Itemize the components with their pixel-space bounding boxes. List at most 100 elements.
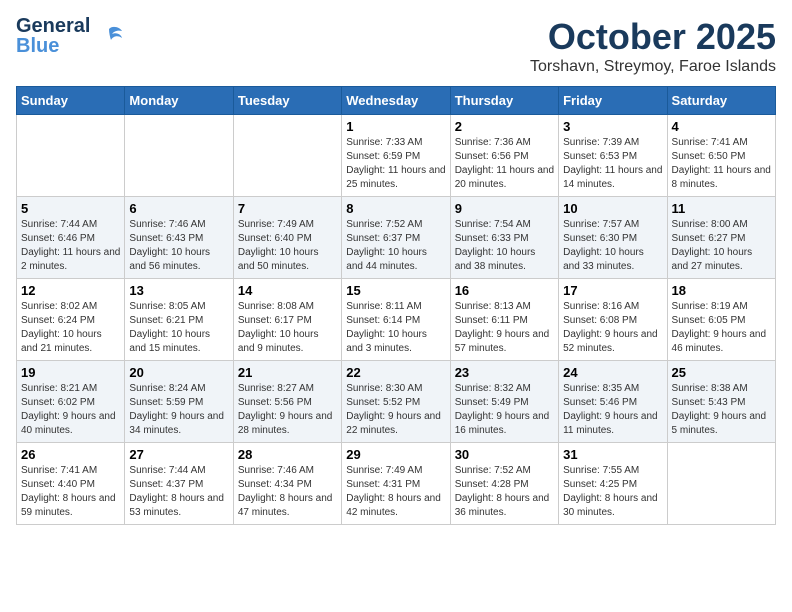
calendar-cell: 14 Sunrise: 8:08 AMSunset: 6:17 PMDayligh…	[233, 279, 341, 361]
day-number: 18	[672, 283, 771, 298]
day-info: Sunrise: 8:24 AMSunset: 5:59 PMDaylight:…	[129, 382, 228, 438]
calendar-cell: 13 Sunrise: 8:05 AMSunset: 6:21 PMDayligh…	[125, 279, 233, 361]
calendar-cell: 18Sunrise: 8:19 AMSunset: 6:05 PMDayligh…	[667, 279, 775, 361]
calendar-cell: 1 Sunrise: 7:33 AMSunset: 6:59 PMDaylight…	[342, 115, 450, 197]
day-number: 31	[563, 447, 662, 462]
day-info: Sunrise: 8:16 AMSunset: 6:08 PMDaylight:…	[563, 300, 662, 356]
day-info: Sunrise: 7:54 AMSunset: 6:33 PMDaylight:…	[455, 218, 554, 274]
day-number: 5	[21, 201, 120, 216]
day-info: Sunrise: 8:00 AMSunset: 6:27 PMDaylight:…	[672, 218, 771, 274]
day-info: Sunrise: 8:35 AMSunset: 5:46 PMDaylight:…	[563, 382, 662, 438]
day-info: Sunrise: 8:11 AMSunset: 6:14 PMDaylight:…	[346, 300, 445, 356]
day-info: Sunrise: 8:13 AMSunset: 6:11 PMDaylight:…	[455, 300, 554, 356]
day-info: Sunrise: 7:44 AMSunset: 6:46 PMDaylight:…	[21, 218, 120, 274]
day-info: Sunrise: 7:39 AMSunset: 6:53 PMDaylight:…	[563, 136, 662, 192]
calendar-cell: 20 Sunrise: 8:24 AMSunset: 5:59 PMDayligh…	[125, 361, 233, 443]
day-number: 3	[563, 119, 662, 134]
day-number: 24	[563, 365, 662, 380]
day-number: 14	[238, 283, 337, 298]
day-info: Sunrise: 8:08 AMSunset: 6:17 PMDaylight:…	[238, 300, 337, 356]
day-number: 4	[672, 119, 771, 134]
title-section: October 2025 Torshavn, Streymoy, Faroe I…	[530, 16, 776, 76]
day-info: Sunrise: 7:49 AMSunset: 6:40 PMDaylight:…	[238, 218, 337, 274]
day-info: Sunrise: 7:36 AMSunset: 6:56 PMDaylight:…	[455, 136, 554, 192]
calendar-cell	[233, 115, 341, 197]
calendar-cell: 11Sunrise: 8:00 AMSunset: 6:27 PMDayligh…	[667, 197, 775, 279]
calendar-table: SundayMondayTuesdayWednesdayThursdayFrid…	[16, 86, 776, 525]
calendar-cell: 3 Sunrise: 7:39 AMSunset: 6:53 PMDaylight…	[559, 115, 667, 197]
day-number: 13	[129, 283, 228, 298]
calendar-cell: 9 Sunrise: 7:54 AMSunset: 6:33 PMDaylight…	[450, 197, 558, 279]
day-number: 9	[455, 201, 554, 216]
day-info: Sunrise: 7:52 AMSunset: 6:37 PMDaylight:…	[346, 218, 445, 274]
day-number: 17	[563, 283, 662, 298]
day-number: 1	[346, 119, 445, 134]
day-number: 22	[346, 365, 445, 380]
day-number: 30	[455, 447, 554, 462]
column-header-tuesday: Tuesday	[233, 87, 341, 115]
day-info: Sunrise: 8:30 AMSunset: 5:52 PMDaylight:…	[346, 382, 445, 438]
day-info: Sunrise: 8:32 AMSunset: 5:49 PMDaylight:…	[455, 382, 554, 438]
day-info: Sunrise: 8:21 AMSunset: 6:02 PMDaylight:…	[21, 382, 120, 438]
calendar-cell: 2 Sunrise: 7:36 AMSunset: 6:56 PMDaylight…	[450, 115, 558, 197]
calendar-week-row: 5 Sunrise: 7:44 AMSunset: 6:46 PMDaylight…	[17, 197, 776, 279]
day-info: Sunrise: 7:46 AMSunset: 6:43 PMDaylight:…	[129, 218, 228, 274]
day-number: 19	[21, 365, 120, 380]
page-header: General Blue October 2025 Torshavn, Stre…	[16, 16, 776, 76]
day-number: 7	[238, 201, 337, 216]
column-header-sunday: Sunday	[17, 87, 125, 115]
day-number: 27	[129, 447, 228, 462]
calendar-cell	[125, 115, 233, 197]
calendar-cell: 22 Sunrise: 8:30 AMSunset: 5:52 PMDayligh…	[342, 361, 450, 443]
calendar-cell: 25 Sunrise: 8:38 AMSunset: 5:43 PMDayligh…	[667, 361, 775, 443]
month-title: October 2025	[530, 16, 776, 58]
calendar-header-row: SundayMondayTuesdayWednesdayThursdayFrid…	[17, 87, 776, 115]
calendar-cell: 17 Sunrise: 8:16 AMSunset: 6:08 PMDayligh…	[559, 279, 667, 361]
day-number: 10	[563, 201, 662, 216]
calendar-cell: 31 Sunrise: 7:55 AMSunset: 4:25 PMDayligh…	[559, 443, 667, 525]
calendar-cell: 15Sunrise: 8:11 AMSunset: 6:14 PMDayligh…	[342, 279, 450, 361]
logo-blue: Blue	[16, 36, 90, 56]
day-number: 8	[346, 201, 445, 216]
calendar-cell: 7 Sunrise: 7:49 AMSunset: 6:40 PMDaylight…	[233, 197, 341, 279]
day-info: Sunrise: 7:41 AMSunset: 6:50 PMDaylight:…	[672, 136, 771, 192]
day-info: Sunrise: 7:52 AMSunset: 4:28 PMDaylight:…	[455, 464, 554, 520]
day-info: Sunrise: 8:02 AMSunset: 6:24 PMDaylight:…	[21, 300, 120, 356]
calendar-cell	[667, 443, 775, 525]
column-header-monday: Monday	[125, 87, 233, 115]
calendar-cell: 21 Sunrise: 8:27 AMSunset: 5:56 PMDayligh…	[233, 361, 341, 443]
calendar-cell: 12Sunrise: 8:02 AMSunset: 6:24 PMDayligh…	[17, 279, 125, 361]
column-header-saturday: Saturday	[667, 87, 775, 115]
day-number: 28	[238, 447, 337, 462]
day-number: 26	[21, 447, 120, 462]
day-info: Sunrise: 7:55 AMSunset: 4:25 PMDaylight:…	[563, 464, 662, 520]
calendar-cell: 6 Sunrise: 7:46 AMSunset: 6:43 PMDaylight…	[125, 197, 233, 279]
logo-bird-icon	[94, 21, 124, 51]
calendar-cell: 10Sunrise: 7:57 AMSunset: 6:30 PMDayligh…	[559, 197, 667, 279]
calendar-cell: 27Sunrise: 7:44 AMSunset: 4:37 PMDayligh…	[125, 443, 233, 525]
column-header-thursday: Thursday	[450, 87, 558, 115]
calendar-week-row: 12Sunrise: 8:02 AMSunset: 6:24 PMDayligh…	[17, 279, 776, 361]
day-number: 6	[129, 201, 228, 216]
calendar-cell: 28 Sunrise: 7:46 AMSunset: 4:34 PMDayligh…	[233, 443, 341, 525]
day-number: 20	[129, 365, 228, 380]
column-header-friday: Friday	[559, 87, 667, 115]
day-info: Sunrise: 7:49 AMSunset: 4:31 PMDaylight:…	[346, 464, 445, 520]
day-number: 16	[455, 283, 554, 298]
day-info: Sunrise: 7:33 AMSunset: 6:59 PMDaylight:…	[346, 136, 445, 192]
day-info: Sunrise: 8:27 AMSunset: 5:56 PMDaylight:…	[238, 382, 337, 438]
day-info: Sunrise: 7:46 AMSunset: 4:34 PMDaylight:…	[238, 464, 337, 520]
day-number: 29	[346, 447, 445, 462]
day-info: Sunrise: 8:38 AMSunset: 5:43 PMDaylight:…	[672, 382, 771, 438]
calendar-cell: 16 Sunrise: 8:13 AMSunset: 6:11 PMDayligh…	[450, 279, 558, 361]
calendar-cell	[17, 115, 125, 197]
day-number: 21	[238, 365, 337, 380]
day-number: 23	[455, 365, 554, 380]
day-info: Sunrise: 8:05 AMSunset: 6:21 PMDaylight:…	[129, 300, 228, 356]
day-number: 2	[455, 119, 554, 134]
calendar-cell: 23 Sunrise: 8:32 AMSunset: 5:49 PMDayligh…	[450, 361, 558, 443]
calendar-cell: 24 Sunrise: 8:35 AMSunset: 5:46 PMDayligh…	[559, 361, 667, 443]
day-number: 25	[672, 365, 771, 380]
column-header-wednesday: Wednesday	[342, 87, 450, 115]
calendar-cell: 4 Sunrise: 7:41 AMSunset: 6:50 PMDaylight…	[667, 115, 775, 197]
